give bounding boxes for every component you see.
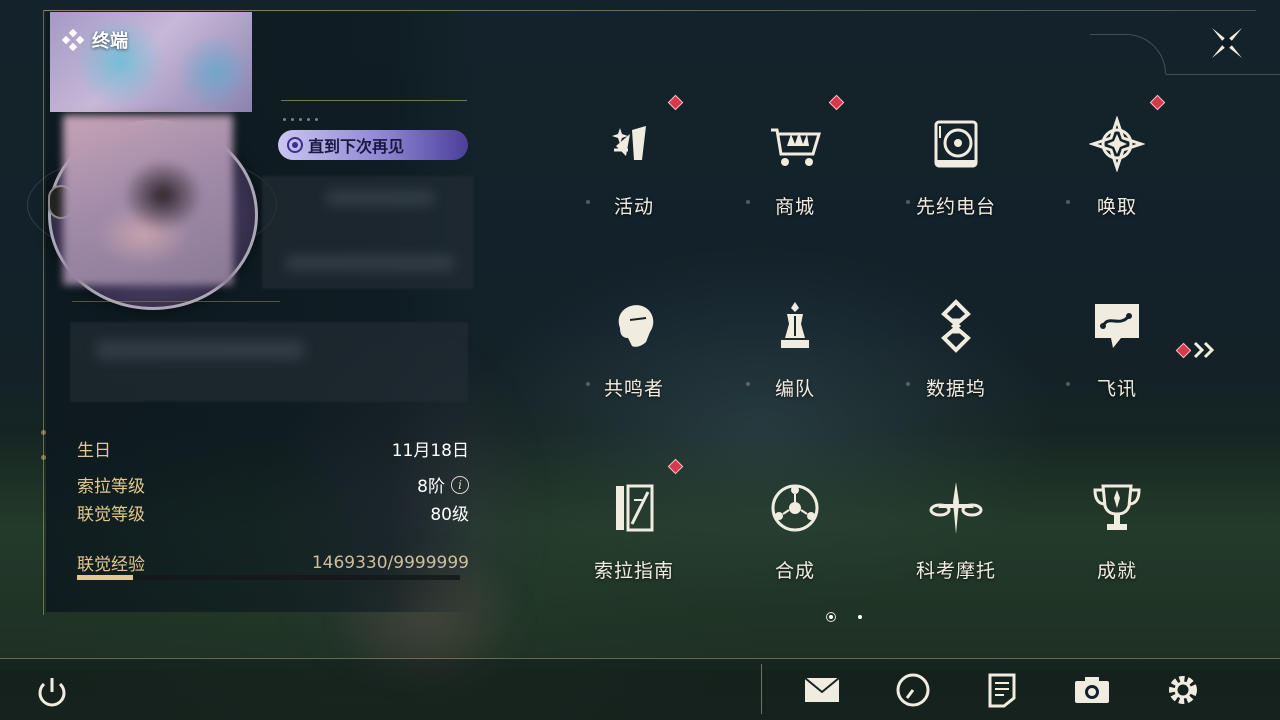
panel-separator [72,301,280,302]
notes-icon [988,673,1016,708]
stat-birthday-value: 11月18日 [391,441,469,461]
shop-cart-icon [771,128,822,166]
menu-item-messages[interactable]: 飞讯 [1037,282,1197,432]
radio-icon [934,120,978,168]
notes-button[interactable] [982,670,1022,710]
stat-union-exp: 联觉经验 1469330/9999999 [77,550,469,576]
menu-label: 先约电台 [915,196,996,218]
terminal-diamond-icon [62,29,84,51]
menu-label: 成就 [1096,560,1137,582]
menu-label: 数据坞 [925,378,986,400]
signature-redacted [95,340,305,360]
mail-icon [804,677,840,702]
menu-label: 活动 [613,196,654,218]
notification-badge [1175,342,1192,358]
message-icon [1095,304,1139,348]
team-icon [781,302,809,348]
time-button[interactable] [893,670,933,710]
camera-button[interactable] [1072,670,1112,710]
close-button[interactable] [1206,22,1248,64]
next-page-button[interactable] [1175,336,1224,364]
title-badge-label: 直到下次再见 [308,137,405,156]
stat-union-exp-value: 1469330/9999999 [311,552,469,573]
stat-union-level: 联觉等级 80级 [77,500,469,525]
camera-icon [1075,677,1109,703]
trophy-icon [1093,484,1141,530]
menu-label: 科考摩托 [915,560,996,582]
avatar[interactable] [63,115,233,285]
menu-item-radio[interactable]: 先约电台 [876,100,1036,250]
stat-union-level-value: 80级 [430,505,469,525]
grid-tick [586,200,590,204]
menu-item-resonators[interactable]: 共鸣者 [554,282,714,432]
title-spiral-icon [287,137,303,153]
grid-tick [906,200,910,204]
menu-item-motorbike[interactable]: 科考摩托 [876,464,1036,614]
activity-icon [612,126,646,160]
synthesis-icon [771,484,819,532]
motorbike-icon [929,482,983,534]
stat-sola-level-value: 8阶 [417,477,445,497]
grid-tick [586,382,590,386]
title-dots [283,118,318,121]
power-button[interactable] [32,672,72,712]
settings-button[interactable] [1163,670,1203,710]
player-name-redacted [325,190,435,206]
menu-label: 飞讯 [1096,378,1137,400]
menu-item-achievements[interactable]: 成就 [1037,464,1197,614]
frame-right-line [1166,74,1280,75]
frame-top-line [44,10,1256,11]
union-exp-progress-bar [77,575,460,580]
grid-tick [746,200,750,204]
menu-label: 编队 [774,378,815,400]
stat-birthday-label: 生日 [77,441,111,461]
frame-bottom-line [0,658,1280,659]
player-id-redacted [285,255,455,271]
menu-item-team[interactable]: 编队 [715,282,875,432]
guidebook-icon [616,484,654,532]
page-dot[interactable] [858,615,862,619]
menu-item-shop[interactable]: 商城 [715,100,875,250]
stat-sola-level-label: 索拉等级 [77,477,145,497]
menu-item-data-bank[interactable]: 数据坞 [876,282,1036,432]
power-icon [38,678,66,707]
grid-tick [1066,200,1070,204]
menu-label: 共鸣者 [603,378,664,400]
grid-tick [906,382,910,386]
stat-sola-level-value-wrap: 8阶 i [417,472,469,497]
info-icon[interactable]: i [451,475,469,494]
clock-icon [896,673,930,707]
terminal-title: 终端 [92,31,128,52]
data-bank-icon [941,299,971,353]
title-badge[interactable]: 直到下次再见 [278,130,468,160]
terminal-header: 终端 [62,27,128,53]
menu-item-synthesis[interactable]: 合成 [715,464,875,614]
stat-birthday: 生日 11月18日 [77,436,469,461]
grid-tick [746,382,750,386]
close-icon [1212,28,1242,58]
menu-item-convene[interactable]: 唤取 [1037,100,1197,250]
settings-gear-icon [1169,676,1197,704]
convene-icon [1089,116,1145,172]
page-dot-active[interactable] [826,612,836,622]
stat-union-exp-label: 联觉经验 [77,555,145,575]
bottom-divider [761,664,762,714]
mail-button[interactable] [802,670,842,710]
menu-label: 合成 [774,560,815,582]
union-exp-progress-fill [77,575,134,580]
signature-box[interactable] [70,322,468,402]
menu-item-activity[interactable]: 活动 [554,100,714,250]
stat-sola-level: 索拉等级 8阶 i [77,472,469,497]
resonator-icon [618,305,654,347]
frame-left-line [43,10,44,615]
menu-label: 索拉指南 [593,560,674,582]
page-indicator [826,612,862,622]
double-chevron-right-icon [1193,341,1215,359]
menu-label: 商城 [774,196,815,218]
grid-tick [1066,382,1070,386]
menu-label: 唤取 [1096,196,1137,218]
stat-union-level-label: 联觉等级 [77,505,145,525]
name-underline [281,100,467,101]
menu-item-guidebook[interactable]: 索拉指南 [554,464,714,614]
